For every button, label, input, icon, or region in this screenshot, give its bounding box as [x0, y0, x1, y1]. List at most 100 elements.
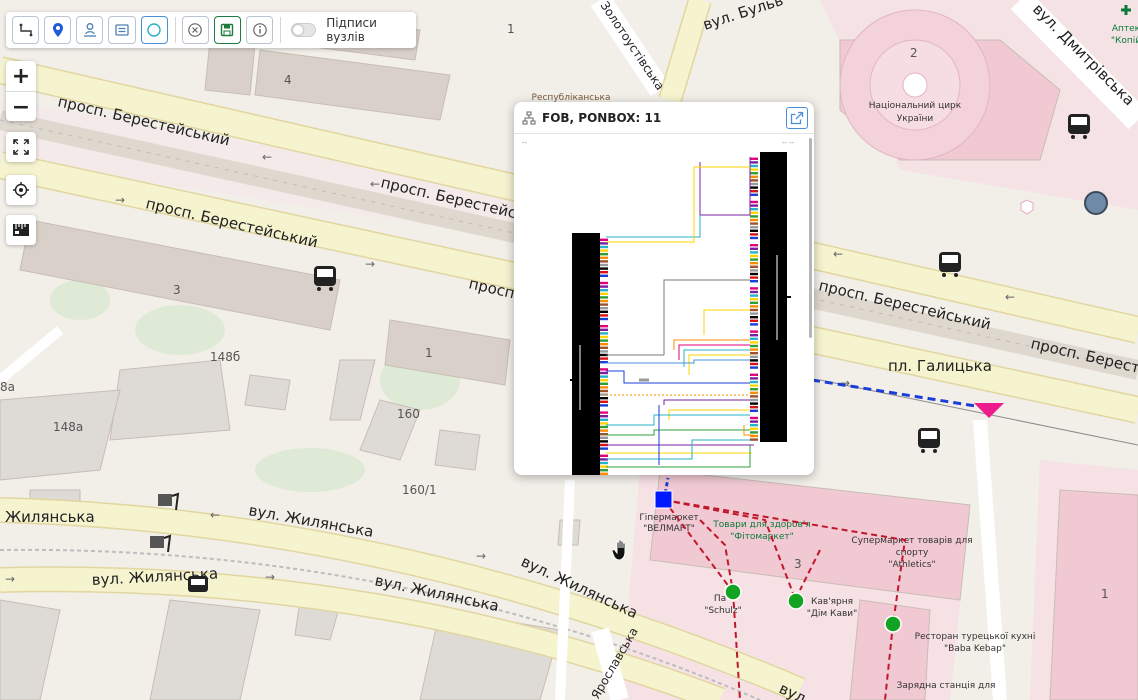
- fiber-tick: [750, 164, 758, 168]
- svg-text:України: України: [897, 114, 934, 124]
- splice-diagram[interactable]: -- -- --: [514, 135, 814, 475]
- fiber-tick: [600, 400, 608, 403]
- fiber-tick: [750, 287, 758, 290]
- fiber-tick: [750, 370, 758, 373]
- fiber-tick: [750, 229, 758, 232]
- svg-text:спорту: спорту: [896, 548, 929, 558]
- fullscreen-icon: [13, 139, 29, 155]
- node-labels-toggle[interactable]: Підписи вузлів: [291, 16, 416, 44]
- svg-text:Зарядна станція для: Зарядна станція для: [897, 681, 996, 691]
- fiber-tick: [600, 292, 608, 295]
- right-fiber-ticks: [750, 154, 758, 441]
- fiber-tick: [750, 355, 758, 358]
- fiber-tick: [750, 247, 758, 250]
- fiber-tick: [600, 379, 608, 382]
- fiber-tick: [600, 285, 608, 288]
- fiber-tick: [600, 343, 608, 346]
- fiber-tick: [750, 236, 758, 240]
- fiber-tick: [750, 200, 758, 204]
- svg-text:"Athletics": "Athletics": [888, 560, 935, 570]
- fiber-tick: [750, 341, 758, 344]
- fiber-tick: [600, 407, 608, 411]
- fiber-tick: [600, 371, 608, 375]
- fullscreen-button[interactable]: [6, 132, 36, 162]
- svg-text:160/1: 160/1: [402, 483, 437, 497]
- fiber-tick: [750, 244, 758, 247]
- fiber-tick: [750, 337, 758, 340]
- fiber-tick: [750, 283, 758, 286]
- fiber-tick: [750, 409, 758, 412]
- svg-text:Кав'ярня: Кав'ярня: [811, 597, 853, 607]
- fiber-tick: [750, 272, 758, 276]
- diagram-note-left: --: [522, 139, 528, 147]
- fiber-tick: [600, 364, 608, 367]
- fiber-tick: [600, 256, 608, 259]
- fiber-tick: [750, 319, 758, 322]
- fiber-tick: [750, 316, 758, 319]
- fiber-tick: [600, 245, 608, 249]
- circle-tool-button[interactable]: [140, 16, 168, 44]
- svg-text:→: →: [265, 570, 275, 584]
- fiber-tick: [600, 375, 608, 378]
- fiber-tick: [750, 197, 758, 200]
- open-external-button[interactable]: [786, 107, 808, 129]
- route-icon: [19, 23, 32, 37]
- client-node: [724, 583, 742, 601]
- fiber-tick: [600, 249, 608, 252]
- fiber-tick: [750, 359, 758, 362]
- fiber-tick: [750, 326, 758, 330]
- info-button[interactable]: [245, 16, 274, 44]
- fiber-tick: [600, 281, 608, 285]
- toggle-knob: [293, 25, 304, 35]
- zoom-out-button[interactable]: −: [6, 92, 36, 122]
- fiber-tick: [600, 429, 608, 432]
- svg-text:→: →: [115, 193, 125, 207]
- left-cable: [572, 233, 600, 475]
- popup-scrollbar[interactable]: [809, 138, 812, 338]
- cancel-button[interactable]: [181, 16, 209, 44]
- fiber-tick: [600, 436, 608, 439]
- fiber-tick: [750, 348, 758, 351]
- fiber-tick: [750, 395, 758, 398]
- marker-tool-button[interactable]: [44, 16, 72, 44]
- fiber-tick: [750, 215, 758, 218]
- fiber-tick: [600, 411, 608, 414]
- fiber-tick: [750, 424, 758, 427]
- fiber-tick: [600, 332, 608, 335]
- person-pin-icon: [83, 23, 96, 37]
- user-location-button[interactable]: [76, 16, 104, 44]
- toggle-switch[interactable]: [291, 23, 317, 37]
- card-tool-button[interactable]: [108, 16, 136, 44]
- fiber-tick: [750, 280, 758, 283]
- fiber-tick: [750, 388, 758, 391]
- save-button[interactable]: [213, 16, 241, 44]
- fiber-tick: [750, 157, 758, 160]
- zoom-control: + −: [6, 61, 36, 121]
- svg-text:Аптек: Аптек: [1112, 24, 1138, 34]
- fiber-tick: [750, 251, 758, 254]
- client-node: [884, 615, 902, 633]
- svg-text:"Schulz": "Schulz": [704, 606, 742, 616]
- fiber-tick: [600, 386, 608, 389]
- svg-text:"Фітомаркет": "Фітомаркет": [730, 532, 794, 542]
- svg-text:148а: 148а: [53, 420, 83, 434]
- svg-text:3: 3: [794, 557, 802, 571]
- cancel-icon: [188, 23, 203, 37]
- fiber-tick: [750, 427, 758, 430]
- fiber-tick: [750, 352, 758, 355]
- locate-button[interactable]: [6, 175, 36, 205]
- svg-text:Національний цирк: Національний цирк: [869, 101, 962, 111]
- svg-text:←: ←: [1005, 290, 1015, 304]
- ponbox-popup: FOB, PONBOX: 11 -- -- --: [514, 102, 814, 475]
- fiber-tick: [600, 325, 608, 328]
- zoom-in-button[interactable]: +: [6, 61, 36, 92]
- fiber-tick: [600, 397, 608, 400]
- toolbar-divider: [280, 17, 282, 43]
- svg-text:Супермаркет товарів для: Супермаркет товарів для: [851, 536, 972, 546]
- ruler-button[interactable]: [6, 215, 36, 245]
- svg-text:1: 1: [425, 346, 433, 360]
- route-tool-button[interactable]: [12, 16, 40, 44]
- fiber-tick: [750, 222, 758, 225]
- ruler-icon: [13, 224, 29, 236]
- svg-text:160: 160: [397, 407, 420, 421]
